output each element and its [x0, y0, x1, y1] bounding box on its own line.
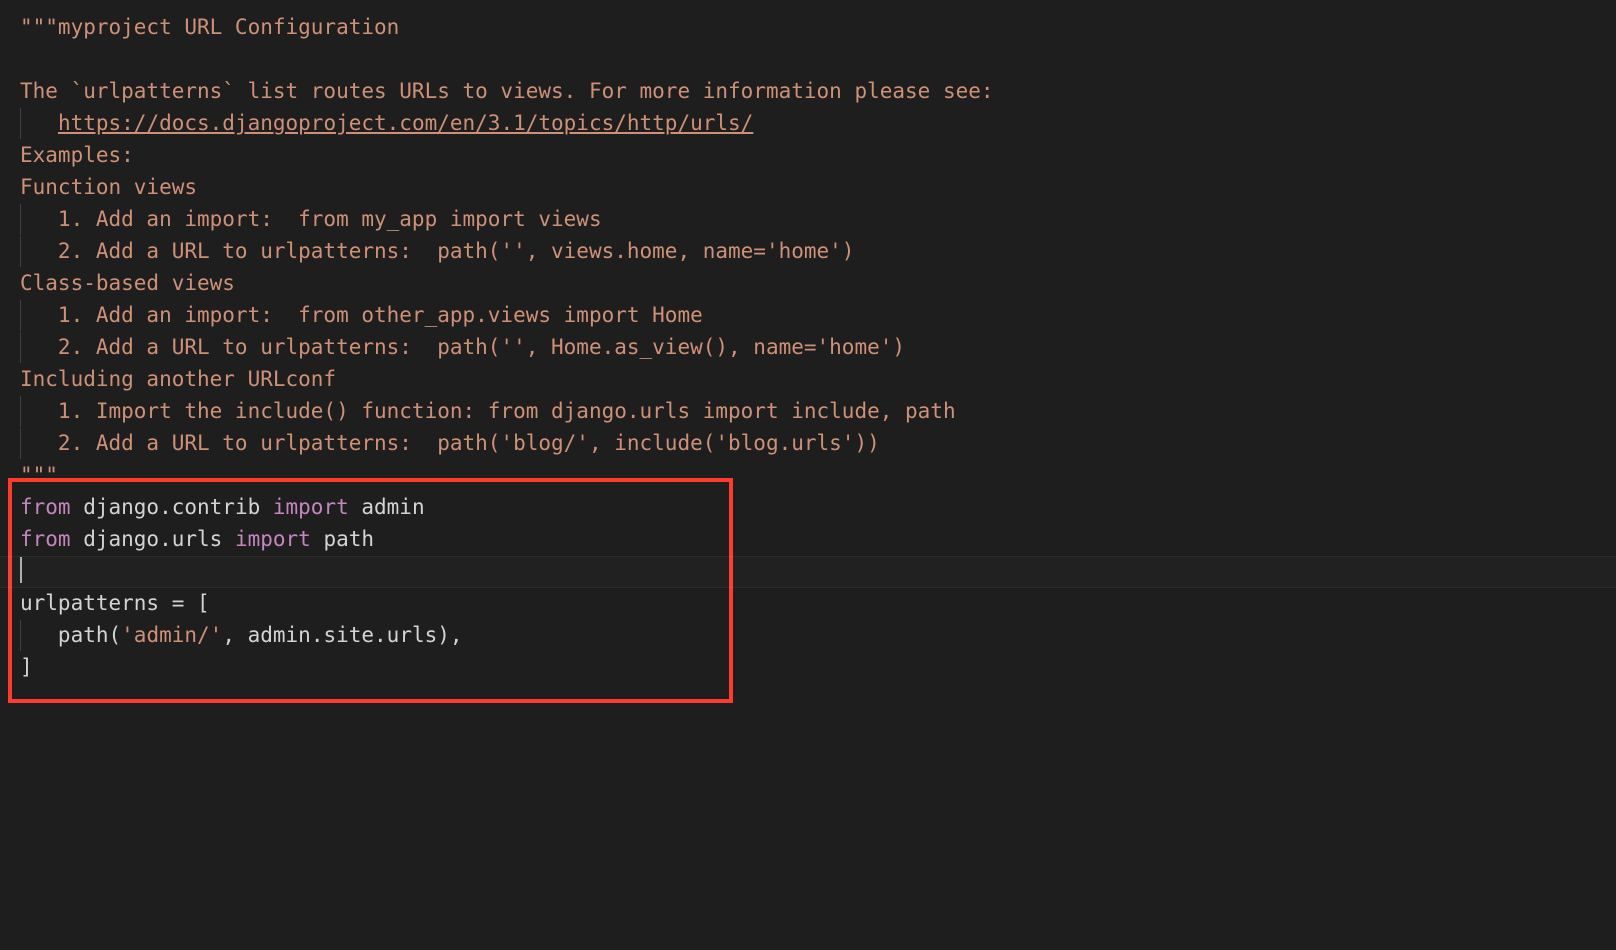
- code-line[interactable]: 2. Add a URL to urlpatterns: path('', vi…: [20, 236, 1616, 268]
- code-line[interactable]: 1. Add an import: from other_app.views i…: [20, 300, 1616, 332]
- code-line[interactable]: from django.contrib import admin: [20, 492, 1616, 524]
- code-line[interactable]: 2. Add a URL to urlpatterns: path('', Ho…: [20, 332, 1616, 364]
- code-token: """myproject URL Configuration: [20, 15, 399, 39]
- code-line[interactable]: 1. Add an import: from my_app import vie…: [20, 204, 1616, 236]
- code-line[interactable]: Function views: [20, 172, 1616, 204]
- code-token: Including another URLconf: [20, 367, 336, 391]
- code-token: [20, 111, 58, 135]
- code-token: Class-based views: [20, 271, 235, 295]
- code-line[interactable]: """myproject URL Configuration: [20, 12, 1616, 44]
- code-line[interactable]: from django.urls import path: [20, 524, 1616, 556]
- code-line[interactable]: ]: [20, 652, 1616, 684]
- code-editor[interactable]: """myproject URL Configuration The `urlpa…: [20, 12, 1616, 684]
- code-token: admin: [349, 495, 425, 519]
- code-line[interactable]: Examples:: [20, 140, 1616, 172]
- code-token: django.contrib: [71, 495, 273, 519]
- code-line[interactable]: Class-based views: [20, 268, 1616, 300]
- code-line[interactable]: The `urlpatterns` list routes URLs to vi…: [20, 76, 1616, 108]
- code-token: from: [20, 495, 71, 519]
- code-token: django.urls: [71, 527, 235, 551]
- code-token: 1. Add an import: from my_app import vie…: [20, 207, 602, 231]
- code-token: from: [20, 527, 71, 551]
- code-token: import: [235, 527, 311, 551]
- code-token: , admin.site.urls),: [222, 623, 462, 647]
- code-token: 1. Add an import: from other_app.views i…: [20, 303, 703, 327]
- code-token: 1. Import the include() function: from d…: [20, 399, 956, 423]
- code-line[interactable]: Including another URLconf: [20, 364, 1616, 396]
- code-line[interactable]: 1. Import the include() function: from d…: [20, 396, 1616, 428]
- code-line[interactable]: """: [20, 460, 1616, 492]
- code-line[interactable]: urlpatterns = [: [20, 588, 1616, 620]
- code-token: path(: [20, 623, 121, 647]
- code-token: 'admin/': [121, 623, 222, 647]
- code-token: The `urlpatterns` list routes URLs to vi…: [20, 79, 994, 103]
- code-token: Function views: [20, 175, 197, 199]
- code-token: 2. Add a URL to urlpatterns: path('', Ho…: [20, 335, 905, 359]
- code-token: 2. Add a URL to urlpatterns: path('blog/…: [20, 431, 880, 455]
- code-line[interactable]: [20, 556, 1616, 588]
- code-line[interactable]: path('admin/', admin.site.urls),: [20, 620, 1616, 652]
- code-token: Examples:: [20, 143, 134, 167]
- code-token: 2. Add a URL to urlpatterns: path('', vi…: [20, 239, 854, 263]
- code-line[interactable]: 2. Add a URL to urlpatterns: path('blog/…: [20, 428, 1616, 460]
- code-token: path: [311, 527, 374, 551]
- code-line[interactable]: [20, 44, 1616, 76]
- code-token: urlpatterns = [: [20, 591, 210, 615]
- code-token: """: [20, 463, 58, 487]
- code-token: https://docs.djangoproject.com/en/3.1/to…: [58, 111, 753, 135]
- code-token: ]: [20, 655, 33, 679]
- code-token: import: [273, 495, 349, 519]
- code-line[interactable]: https://docs.djangoproject.com/en/3.1/to…: [20, 108, 1616, 140]
- text-caret: [20, 557, 22, 583]
